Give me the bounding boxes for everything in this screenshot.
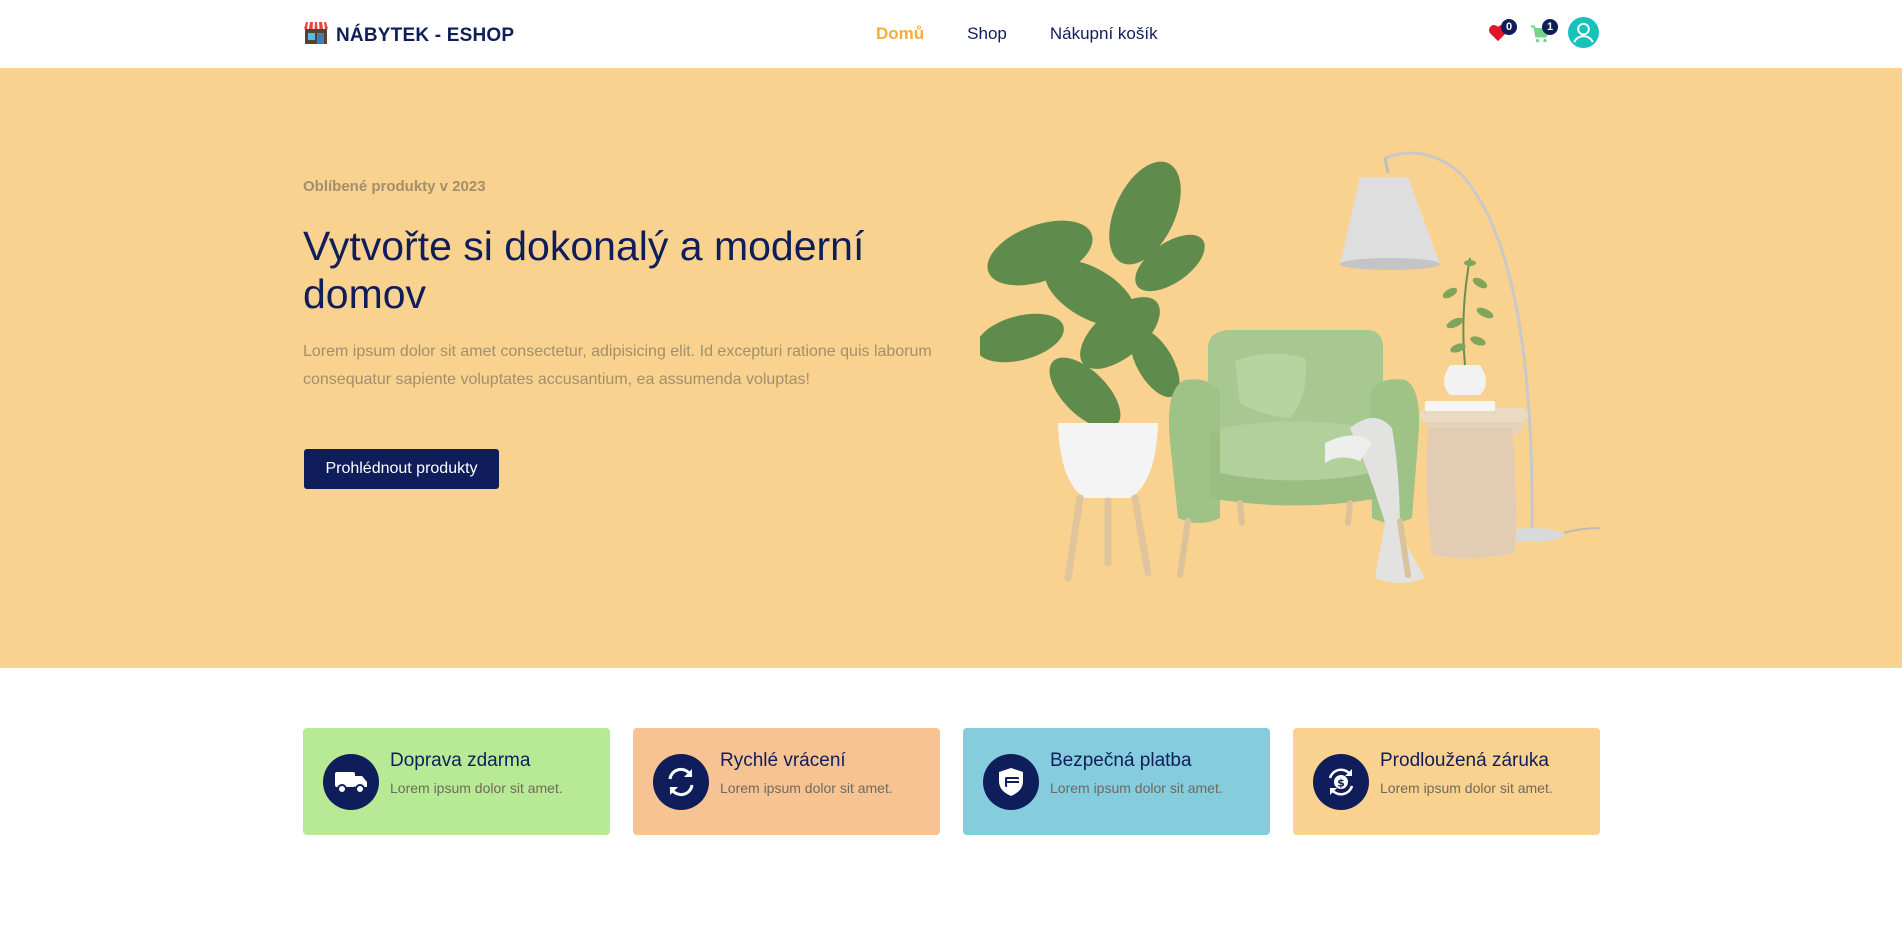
feature-subtitle: Lorem ipsum dolor sit amet. — [390, 780, 563, 796]
feature-subtitle: Lorem ipsum dolor sit amet. — [1380, 780, 1553, 796]
svg-text:$: $ — [1337, 777, 1345, 790]
hero-section: Oblíbené produkty v 2023 Vytvořte si dok… — [0, 68, 1902, 668]
wishlist-count-badge: 0 — [1501, 19, 1517, 35]
hero-title: Vytvořte si dokonalý a moderní domov — [303, 223, 865, 317]
user-icon — [1568, 17, 1599, 52]
cart-button[interactable]: 1 — [1530, 19, 1558, 49]
storefront-icon — [303, 21, 329, 50]
features-row: Doprava zdarma Lorem ipsum dolor sit ame… — [303, 728, 1600, 835]
main-nav: Domů Shop Nákupní košík — [876, 24, 1158, 44]
site-header: NÁBYTEK - ESHOP Domů Shop Nákupní košík … — [0, 0, 1902, 68]
nav-item-cart[interactable]: Nákupní košík — [1050, 24, 1158, 44]
brand-logo[interactable]: NÁBYTEK - ESHOP — [303, 21, 514, 50]
feature-card-secure-payment: Bezpečná platba Lorem ipsum dolor sit am… — [963, 728, 1270, 835]
hero-eyebrow: Oblíbené produkty v 2023 — [303, 178, 486, 195]
refresh-icon — [653, 754, 709, 810]
nav-item-home[interactable]: Domů — [876, 24, 924, 44]
truck-icon — [323, 754, 379, 810]
feature-title: Bezpečná platba — [1050, 750, 1192, 771]
brand-name: NÁBYTEK - ESHOP — [336, 24, 515, 46]
feature-card-extended-warranty: $ Prodloužená záruka Lorem ipsum dolor s… — [1293, 728, 1600, 835]
nav-item-shop[interactable]: Shop — [967, 24, 1007, 44]
feature-subtitle: Lorem ipsum dolor sit amet. — [720, 780, 893, 796]
cart-count-badge: 1 — [1542, 19, 1558, 35]
hero-furniture-illustration — [976, 143, 1605, 638]
feature-title: Doprava zdarma — [390, 750, 531, 771]
feature-card-free-shipping: Doprava zdarma Lorem ipsum dolor sit ame… — [303, 728, 610, 835]
feature-title: Prodloužená záruka — [1380, 750, 1549, 771]
hero-description: Lorem ipsum dolor sit amet consectetur, … — [303, 343, 932, 388]
feature-subtitle: Lorem ipsum dolor sit amet. — [1050, 780, 1223, 796]
feature-card-fast-returns: Rychlé vrácení Lorem ipsum dolor sit ame… — [633, 728, 940, 835]
feature-title: Rychlé vrácení — [720, 750, 846, 771]
money-cycle-icon: $ — [1313, 754, 1369, 810]
account-button[interactable] — [1568, 17, 1599, 53]
shield-card-icon — [983, 754, 1039, 810]
browse-products-button[interactable]: Prohlédnout produkty — [304, 449, 499, 489]
wishlist-button[interactable]: 0 — [1488, 19, 1517, 47]
